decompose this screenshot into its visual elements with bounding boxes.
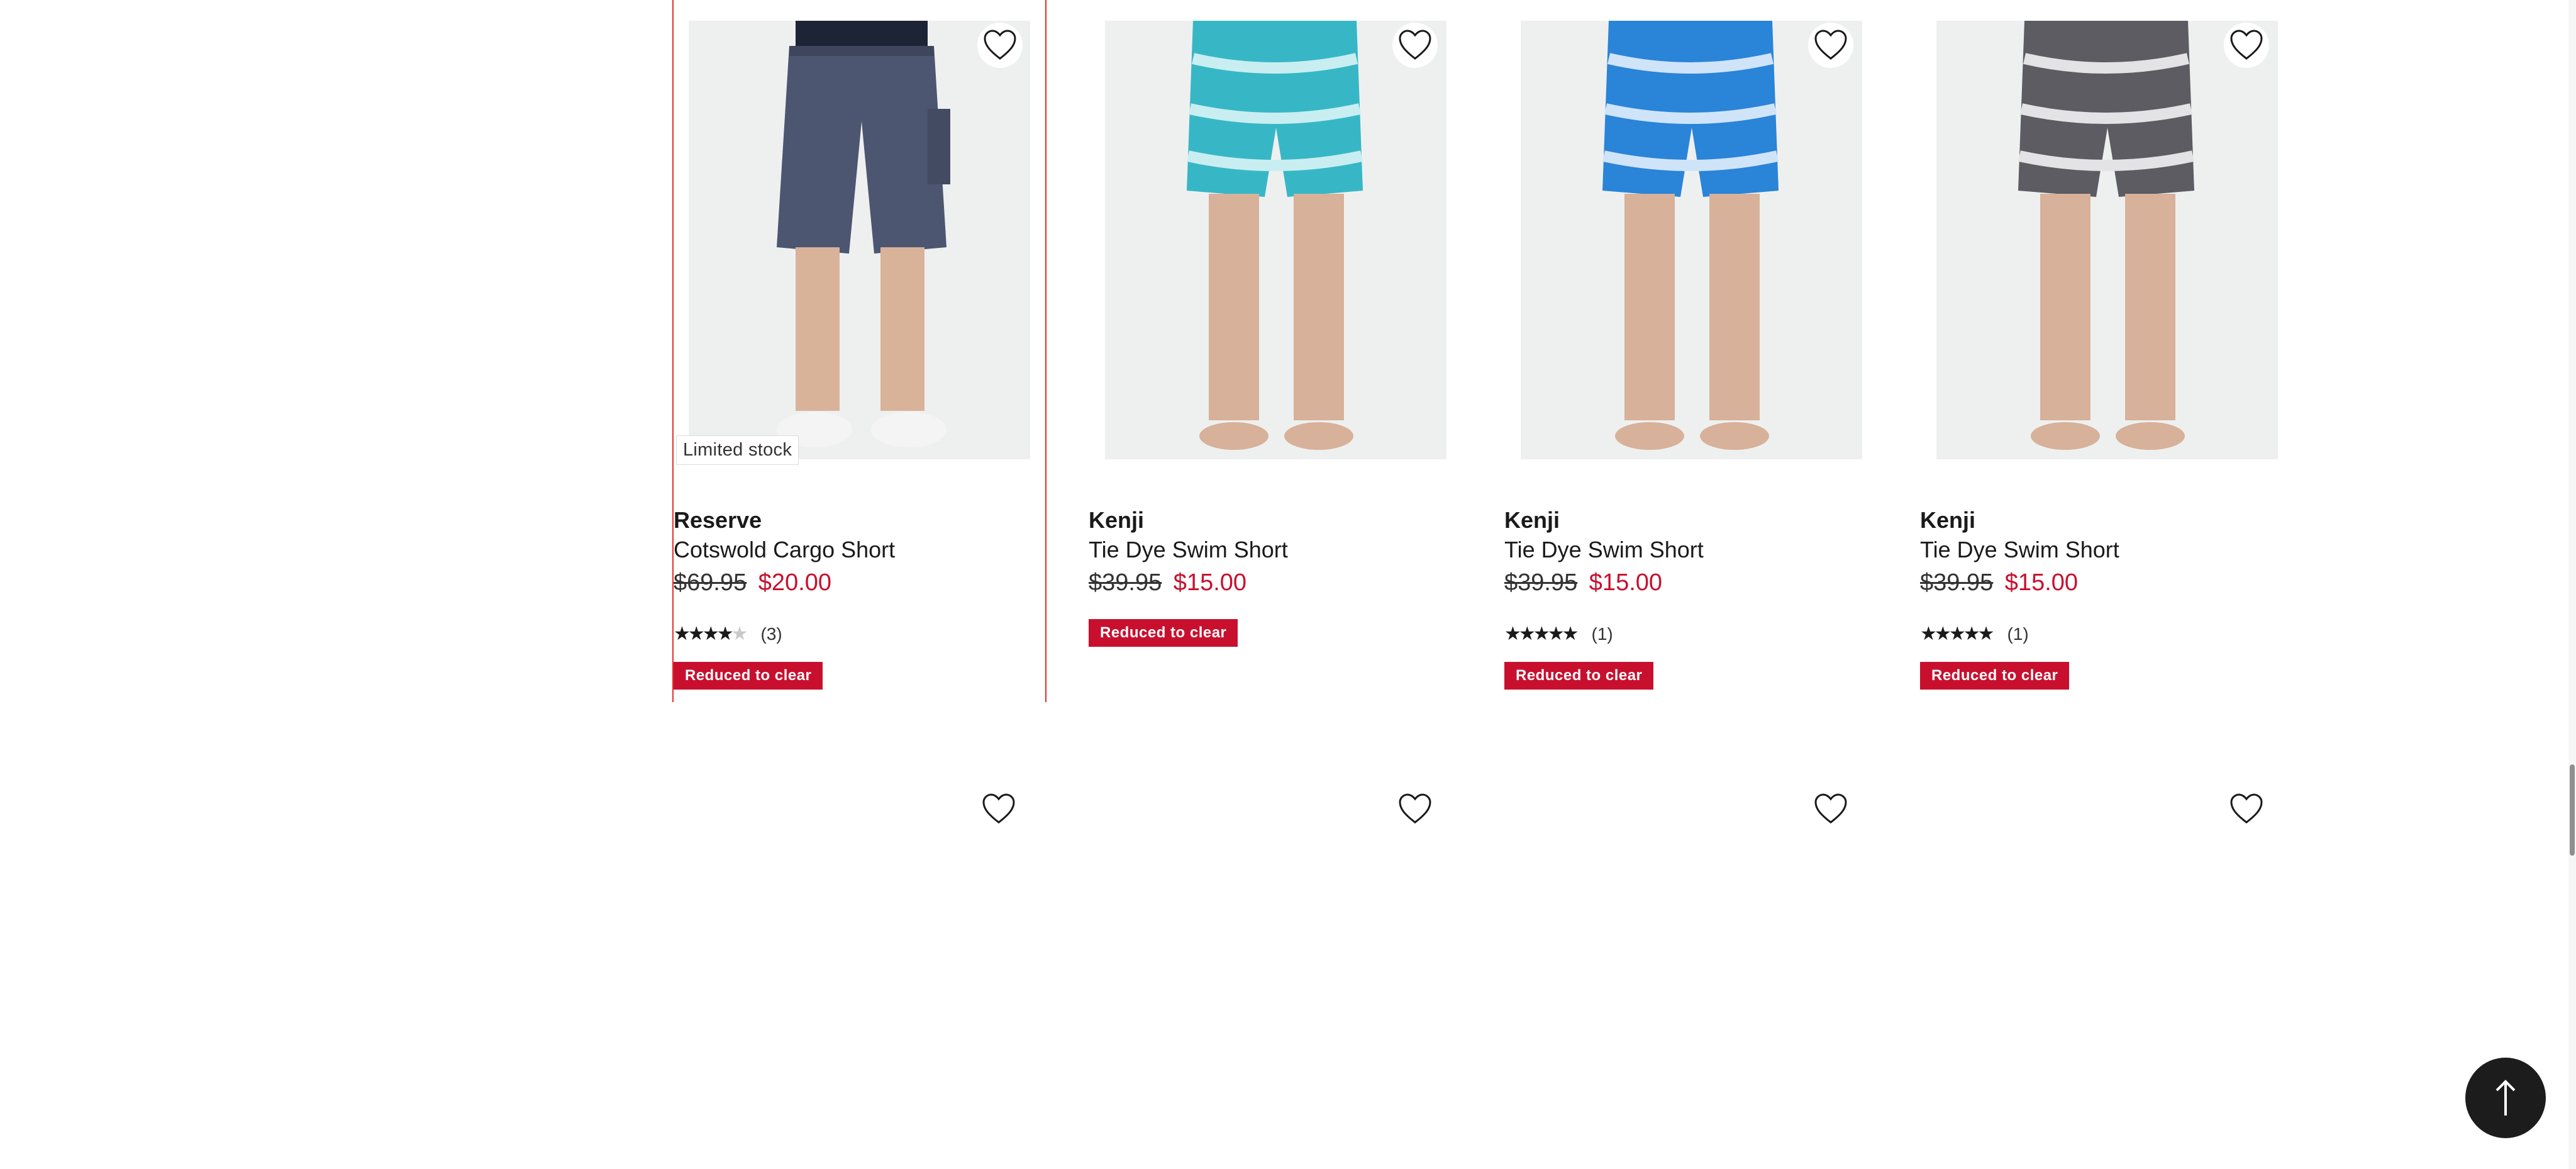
product-name[interactable]: Tie Dye Swim Short [1920,537,2119,563]
scrollbar-thumb[interactable] [2570,764,2575,856]
favorite-button[interactable] [976,786,1021,832]
sale-price: $15.00 [1589,569,1663,596]
favorite-button[interactable] [1392,23,1438,68]
favorite-button[interactable] [1808,786,1853,832]
review-count: (1) [2007,624,2029,644]
product-card-4[interactable]: Kenji Tie Dye Swim Short $39.95 $15.00 ★… [1920,0,2294,702]
heart-outline-icon [982,793,1015,824]
favorite-button[interactable] [2224,23,2269,68]
product-image[interactable] [689,21,1030,459]
sale-price: $20.00 [758,569,832,596]
heart-outline-icon [1814,793,1847,824]
review-count: (1) [1591,624,1613,644]
product-brand[interactable]: Kenji [1089,507,1144,534]
product-brand[interactable]: Reserve [674,507,762,534]
product-image[interactable] [1936,21,2278,459]
product-card-1[interactable]: Limited stock Reserve Cotswold Cargo Sho… [672,0,1046,702]
product-name[interactable]: Tie Dye Swim Short [1504,537,1704,563]
product-image[interactable] [1521,21,1862,459]
star-rating: ★★★★★ [1920,624,1995,644]
heart-outline-icon [2230,793,2263,824]
sale-price: $15.00 [1173,569,1247,596]
favorite-button[interactable] [1392,786,1438,832]
product-card-8[interactable] [1920,761,2294,1139]
heart-outline-icon [984,30,1016,60]
product-card-2[interactable]: Kenji Tie Dye Swim Short $39.95 $15.00 R… [1089,0,1463,702]
review-count: (3) [760,624,782,644]
scrollbar[interactable] [2568,0,2576,1169]
product-brand[interactable]: Kenji [1920,507,1975,534]
product-price: $39.95 $15.00 [1920,569,2078,596]
reduced-to-clear-badge: Reduced to clear [674,662,823,690]
product-image[interactable] [1105,21,1446,459]
reduced-to-clear-badge: Reduced to clear [1504,662,1654,690]
sale-price: $15.00 [2004,569,2079,596]
original-price: $39.95 [1089,569,1162,596]
reduced-to-clear-badge: Reduced to clear [1920,662,2070,690]
product-price: $39.95 $15.00 [1504,569,1662,596]
product-rating[interactable]: ★★★★★ (1) [1504,623,1613,645]
favorite-button[interactable] [2224,786,2269,832]
original-price: $39.95 [1920,569,1994,596]
heart-outline-icon [1399,793,1431,824]
star-rating: ★★★★★ [674,624,748,644]
product-card-7[interactable] [1504,761,1879,1139]
star-rating: ★★★★★ [1504,624,1579,644]
limited-stock-label: Limited stock [676,435,799,465]
original-price: $69.95 [674,569,747,596]
reduced-to-clear-badge: Reduced to clear [1089,619,1238,647]
arrow-up-icon [2496,1080,2516,1116]
favorite-button[interactable] [1808,23,1853,68]
heart-outline-icon [1814,30,1847,60]
original-price: $39.95 [1504,569,1578,596]
product-card-3[interactable]: Kenji Tie Dye Swim Short $39.95 $15.00 ★… [1504,0,1879,702]
heart-outline-icon [1399,30,1431,60]
back-to-top-button[interactable] [2465,1058,2546,1138]
product-rating[interactable]: ★★★★★ (1) [1920,623,2029,645]
heart-outline-icon [2230,30,2263,60]
product-name[interactable]: Cotswold Cargo Short [674,537,895,563]
favorite-button[interactable] [977,23,1023,68]
product-rating[interactable]: ★★★★★ (3) [674,623,782,645]
product-price: $69.95 $20.00 [674,569,831,596]
product-card-6[interactable] [1089,761,1463,1139]
product-name[interactable]: Tie Dye Swim Short [1089,537,1288,563]
product-brand[interactable]: Kenji [1504,507,1560,534]
product-card-5[interactable] [672,761,1046,1139]
product-price: $39.95 $15.00 [1089,569,1246,596]
